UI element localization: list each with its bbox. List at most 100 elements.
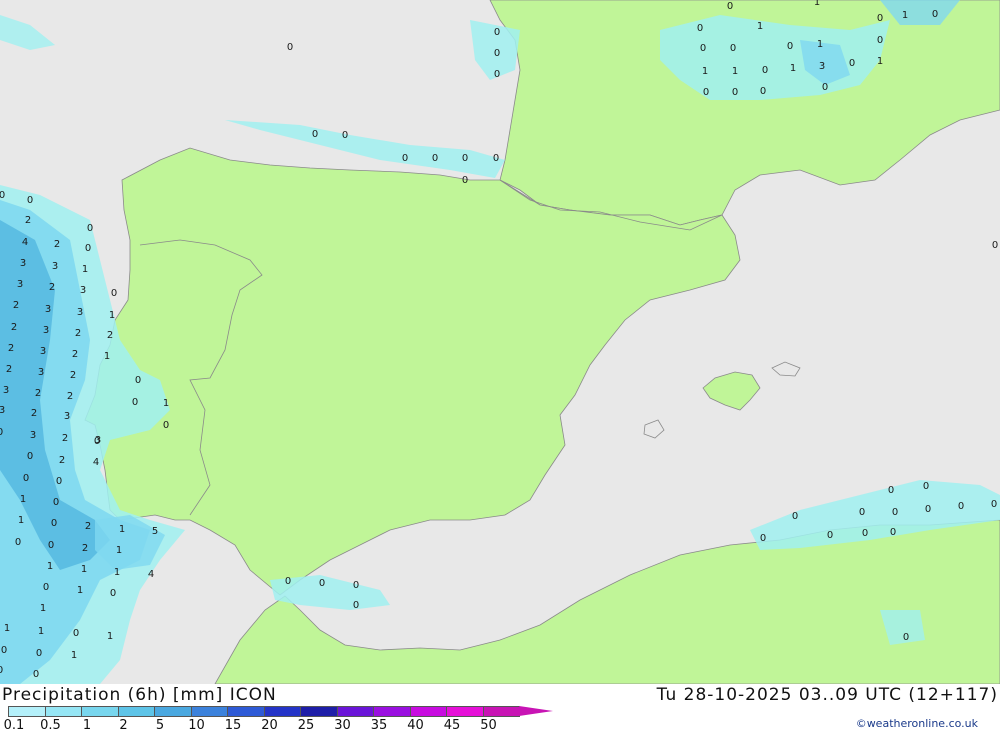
precip-value-label: 0 <box>73 628 79 639</box>
precip-value-label: 0 <box>163 420 169 431</box>
precip-value-label: 2 <box>85 521 91 532</box>
legend-label: 2 <box>119 718 128 733</box>
precip-value-label: 3 <box>30 430 36 441</box>
credit-link[interactable]: ©weatheronline.co.uk <box>856 717 978 730</box>
legend-label: 15 <box>224 718 242 733</box>
precip-value-label: 0 <box>53 497 59 508</box>
precip-value-label: 2 <box>75 328 81 339</box>
precip-value-label: 2 <box>54 239 60 250</box>
precip-value-label: 1 <box>81 564 87 575</box>
precip-value-label: 0 <box>85 243 91 254</box>
map-footer: Precipitation (6h) [mm] ICON Tu 28-10-20… <box>0 684 1000 733</box>
precip-value-label: 0 <box>703 87 709 98</box>
precip-value-label: 2 <box>59 455 65 466</box>
precip-value-label: 0 <box>462 175 468 186</box>
precip-value-label: 0 <box>87 223 93 234</box>
precip-value-label: 0 <box>353 580 359 591</box>
precip-value-label: 0 <box>135 375 141 386</box>
precip-value-label: 2 <box>107 330 113 341</box>
precip-value-label: 1 <box>790 63 796 74</box>
legend-label: 10 <box>188 718 205 733</box>
precip-value-label: 0 <box>862 528 868 539</box>
precip-value-label: 0 <box>888 485 894 496</box>
precip-value-label: 5 <box>152 526 158 537</box>
legend-swatch <box>263 706 301 717</box>
precip-value-label: 0 <box>319 578 325 589</box>
legend-swatch <box>336 706 374 717</box>
precip-value-label: 0 <box>0 665 3 676</box>
precip-value-label: 0 <box>849 58 855 69</box>
precip-value-label: 1 <box>702 66 708 77</box>
legend-label: 50 <box>480 718 497 733</box>
precip-value-label: 3 <box>3 385 9 396</box>
precip-value-label: 1 <box>119 524 125 535</box>
legend-label: 20 <box>261 718 278 733</box>
precip-value-label: 3 <box>0 405 5 416</box>
precip-value-label: 0 <box>111 288 117 299</box>
precip-value-label: 2 <box>25 215 31 226</box>
precip-value-label: 1 <box>71 650 77 661</box>
precip-value-label: 1 <box>20 494 26 505</box>
precip-value-label: 2 <box>82 543 88 554</box>
precip-value-label: 0 <box>727 1 733 12</box>
precip-value-label: 2 <box>8 343 14 354</box>
legend-label: 40 <box>407 718 424 733</box>
precip-value-label: 2 <box>62 433 68 444</box>
precip-value-label: 4 <box>93 457 99 468</box>
legend-swatch <box>8 706 46 717</box>
precip-value-label: 0 <box>822 82 828 93</box>
precip-value-label: 4 <box>22 237 28 248</box>
precip-value-label: 2 <box>13 300 19 311</box>
legend-swatch <box>190 706 228 717</box>
precip-value-label: 2 <box>72 349 78 360</box>
precip-value-label: 0 <box>494 27 500 38</box>
precip-value-label: 0 <box>94 436 100 447</box>
precip-value-label: 0 <box>432 153 438 164</box>
precip-value-label: 1 <box>77 585 83 596</box>
legend-label: 35 <box>370 718 388 733</box>
precip-value-label: 1 <box>4 623 10 634</box>
precip-value-label: 0 <box>110 588 116 599</box>
precip-value-label: 1 <box>82 264 88 275</box>
precip-value-label: 0 <box>859 507 865 518</box>
precip-value-label: 0 <box>762 65 768 76</box>
precip-value-label: 0 <box>342 130 348 141</box>
precip-value-label: 0 <box>1 645 7 656</box>
precip-value-label: 0 <box>991 499 997 510</box>
precip-value-label: 0 <box>494 69 500 80</box>
legend-swatch <box>482 706 520 717</box>
precip-value-label: 1 <box>47 561 53 572</box>
precip-value-label: 0 <box>925 504 931 515</box>
precip-value-label: 0 <box>958 501 964 512</box>
legend-label: 1 <box>82 718 92 733</box>
legend-swatch <box>154 706 192 717</box>
legend-swatch <box>409 706 447 717</box>
precip-value-label: 3 <box>64 411 70 422</box>
precip-value-label: 3 <box>43 325 49 336</box>
precip-value-label: 0 <box>827 530 833 541</box>
legend-swatch <box>117 706 155 717</box>
precip-value-label: 1 <box>902 10 908 21</box>
precip-value-label: 0 <box>890 527 896 538</box>
precip-value-label: 0 <box>700 43 706 54</box>
precip-value-label: 0 <box>287 42 293 53</box>
precip-value-label: 0 <box>992 240 998 251</box>
precip-value-label: 0 <box>787 41 793 52</box>
precip-value-label: 1 <box>114 567 120 578</box>
precip-value-label: 0 <box>877 13 883 24</box>
legend-swatch <box>44 706 82 717</box>
precip-value-label: 2 <box>6 364 12 375</box>
legend-label: 5 <box>155 718 165 733</box>
precip-value-label: 0 <box>792 511 798 522</box>
precip-value-label: 1 <box>109 310 115 321</box>
map-valid-time: Tu 28-10-2025 03..09 UTC (12+117) <box>656 685 998 705</box>
precip-value-label: 0 <box>27 195 33 206</box>
precip-value-label: 0 <box>462 153 468 164</box>
legend-label: 25 <box>297 718 315 733</box>
precip-value-label: 3 <box>38 367 44 378</box>
precip-value-label: 0 <box>760 86 766 97</box>
precip-value-label: 0 <box>353 600 359 611</box>
precip-value-label: 1 <box>732 66 738 77</box>
precip-value-label: 0 <box>732 87 738 98</box>
legend-label: 0.5 <box>40 718 61 733</box>
